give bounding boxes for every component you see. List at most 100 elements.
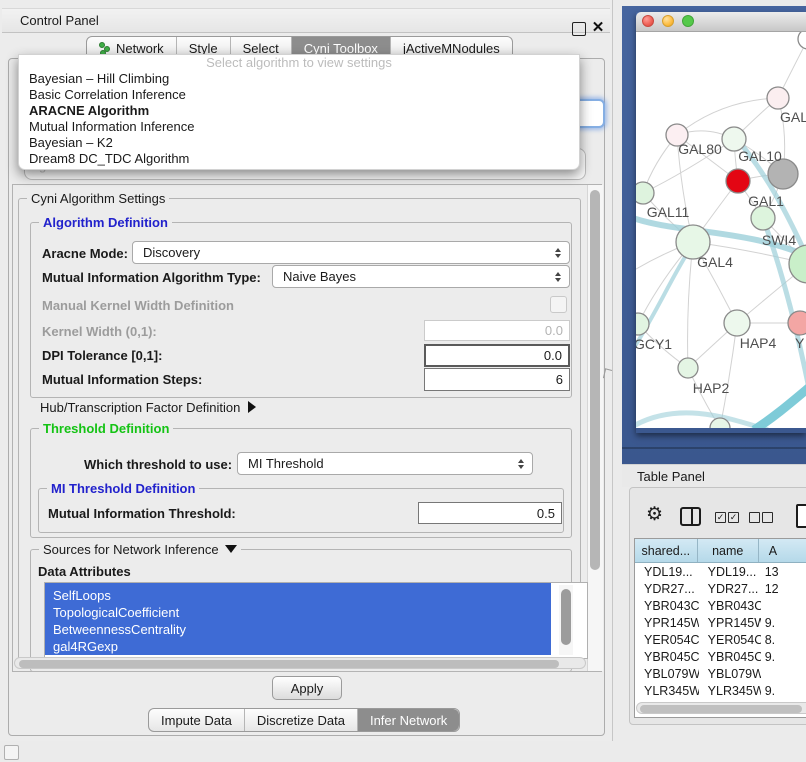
dropdown-option-selected[interactable]: ARACNE Algorithm [19, 103, 579, 119]
group-title: Algorithm Definition [39, 215, 172, 230]
table-row[interactable]: YER054CYER054C8. [635, 631, 806, 648]
panel-divider [622, 447, 806, 449]
attribute-item[interactable]: TopologicalCoefficient [45, 604, 551, 621]
table-h-scrollbar[interactable] [636, 702, 806, 714]
tab-discretize-data[interactable]: Discretize Data [245, 709, 358, 731]
network-view-panel: GAL GAL80 GAL10 GAL1 GAL11 SWI4 GAL4 GCY… [622, 6, 806, 464]
dpi-tolerance-field[interactable]: 0.0 [424, 344, 570, 367]
attribute-item[interactable]: SelfLoops [45, 587, 551, 604]
unchecked-checkbox-icon[interactable] [762, 512, 773, 523]
dpi-tolerance-label: DPI Tolerance [0,1]: [42, 348, 162, 363]
column-header-name[interactable]: name [698, 539, 759, 562]
table-row[interactable]: YPR145WYPR145W9. [635, 614, 806, 631]
node-red-selected[interactable] [726, 169, 750, 193]
scrollbar-thumb[interactable] [640, 705, 802, 713]
table-panel-title: Table Panel [637, 469, 705, 484]
network-graph: GAL GAL80 GAL10 GAL1 GAL11 SWI4 GAL4 GCY… [636, 32, 806, 428]
table-row[interactable]: YBR043CYBR043C [635, 597, 806, 614]
dropdown-option[interactable]: Bayesian – Hill Climbing [19, 71, 579, 87]
node-label: GAL10 [738, 148, 782, 164]
close-icon[interactable]: ✕ [590, 18, 606, 36]
mi-type-label: Mutual Information Algorithm Type: [42, 270, 261, 285]
aracne-mode-combo[interactable]: Discovery [132, 241, 570, 264]
node-label: SWI4 [762, 232, 796, 248]
node-label: GAL4 [697, 254, 733, 270]
node-gcy1[interactable] [636, 313, 649, 335]
attribute-item[interactable]: BetweennessCentrality [45, 621, 551, 638]
table-row[interactable]: YDL19...YDL19...13 [635, 563, 806, 580]
settings-gear-icon[interactable]: ⚙ [646, 505, 663, 524]
control-panel-window: Control Panel ✕ Network Style Select Cyn… [0, 0, 613, 741]
mi-threshold-label: Mutual Information Threshold: [48, 506, 236, 521]
group-title: Cyni Algorithm Settings [27, 191, 169, 206]
table-row[interactable]: YBR045CYBR045C9. [635, 648, 806, 665]
collapse-arrow-icon [225, 545, 237, 553]
checked-checkbox-icon[interactable]: ✓ [715, 512, 726, 523]
node-gal11[interactable] [636, 182, 654, 204]
node-label: Y [795, 335, 805, 351]
checked-checkbox-icon[interactable]: ✓ [728, 512, 739, 523]
close-traffic-light[interactable] [642, 15, 654, 27]
zoom-traffic-light[interactable] [682, 15, 694, 27]
dropdown-option[interactable]: Mutual Information Inference [19, 119, 579, 135]
kernel-width-field[interactable]: 0.0 [424, 320, 570, 341]
tab-impute-data[interactable]: Impute Data [149, 709, 245, 731]
settings-scrollbar[interactable] [587, 185, 603, 671]
scrollbar-thumb[interactable] [19, 660, 559, 668]
list-scrollbar[interactable] [559, 585, 573, 655]
unchecked-checkbox-icon[interactable] [749, 512, 760, 523]
node-unlabeled[interactable] [798, 32, 806, 49]
column-header-partial[interactable]: A [759, 539, 806, 562]
apply-button[interactable]: Apply [272, 676, 342, 700]
expand-arrow-icon [248, 401, 256, 413]
node-hap4[interactable] [724, 310, 750, 336]
data-attributes-list: SelfLoops TopologicalCoefficient Between… [44, 582, 588, 659]
dropdown-option[interactable]: Dream8 DC_TDC Algorithm [19, 151, 579, 167]
sources-h-scrollbar[interactable] [14, 657, 586, 669]
scrollbar-thumb[interactable] [590, 190, 600, 570]
control-panel-titlebar: Control Panel ✕ [2, 8, 610, 33]
node-salmon[interactable] [788, 311, 806, 335]
node-gal1[interactable] [751, 206, 775, 230]
node-label: GAL [780, 109, 806, 125]
panel-title: Control Panel [20, 13, 99, 28]
table-row[interactable]: YLR345WYLR345W9. [635, 682, 806, 699]
node-label: GCY1 [636, 336, 672, 352]
which-threshold-combo[interactable]: MI Threshold [237, 452, 533, 475]
table-panel-header: Table Panel [622, 464, 806, 487]
table-row[interactable]: YBL079WYBL079W [635, 665, 806, 682]
minimized-panel-icon[interactable] [4, 745, 19, 760]
node-label: HAP4 [740, 335, 777, 351]
node-hap2[interactable] [678, 358, 698, 378]
mi-steps-field[interactable]: 6 [424, 368, 570, 391]
dropdown-option[interactable]: Bayesian – K2 [19, 135, 579, 151]
mi-type-combo[interactable]: Naive Bayes [272, 265, 570, 288]
node-label: GAL1 [748, 193, 784, 209]
kernel-width-label: Kernel Width (0,1): [42, 324, 157, 339]
network-canvas[interactable]: GAL GAL80 GAL10 GAL1 GAL11 SWI4 GAL4 GCY… [636, 32, 806, 428]
aracne-mode-label: Aracne Mode: [42, 246, 128, 261]
node-gal-pink[interactable] [767, 87, 789, 109]
split-columns-icon[interactable] [680, 507, 701, 526]
mi-steps-label: Mutual Information Steps: [42, 372, 202, 387]
mi-threshold-field[interactable]: 0.5 [418, 502, 562, 524]
network-icon [99, 42, 110, 54]
minimize-traffic-light[interactable] [662, 15, 674, 27]
hub-tf-definition-toggle[interactable]: Hub/Transcription Factor Definition [40, 400, 256, 415]
table-row[interactable]: YDR27...YDR27...12 [635, 580, 806, 597]
attribute-item[interactable]: gal4RGexp [45, 638, 551, 655]
table-header-row: shared... name A [635, 539, 806, 563]
document-icon[interactable] [796, 504, 806, 528]
scrollbar-thumb[interactable] [561, 589, 571, 645]
float-window-icon[interactable] [572, 22, 586, 36]
node-label: GAL80 [678, 141, 722, 157]
network-window-titlebar [636, 12, 806, 32]
node-attribute-table: shared... name A YDL19...YDL19...13 YDR2… [634, 538, 806, 718]
dropdown-option[interactable]: Basic Correlation Inference [19, 87, 579, 103]
group-title: MI Threshold Definition [47, 481, 199, 496]
tab-infer-network[interactable]: Infer Network [358, 709, 459, 731]
manual-kernel-checkbox[interactable] [550, 296, 567, 313]
sources-toggle[interactable]: Sources for Network Inference [39, 542, 241, 557]
node-label: GAL11 [647, 204, 690, 220]
column-header-shared-name[interactable]: shared... [635, 539, 698, 562]
